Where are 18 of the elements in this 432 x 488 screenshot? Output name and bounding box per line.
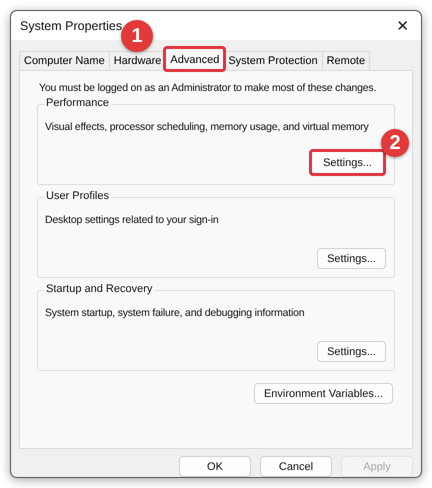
environment-variables-button[interactable]: Environment Variables... [254,383,393,404]
close-button[interactable]: ✕ [392,14,413,37]
group-title: Performance [44,97,111,110]
settings-button[interactable]: Settings... [317,248,386,270]
dialog-button[interactable]: OK [179,456,251,477]
window-title: System Properties [20,18,122,33]
settings-button[interactable]: Settings... [309,149,386,176]
dialog-button[interactable]: Cancel [260,456,332,477]
settings-button[interactable]: Settings... [317,341,386,362]
tab[interactable]: Remote [322,51,370,70]
group-description: System startup, system failure, and debugging information [45,306,306,320]
group-description: Desktop settings related to your sign-in [45,213,220,228]
tab[interactable]: Computer Name [19,51,110,70]
tab[interactable]: Advanced [165,48,224,70]
group-description: Visual effects, processor scheduling, memory usage, and virtual memory [45,120,370,134]
group-title: Startup and Recovery [44,283,154,296]
group-title: User Profiles [44,190,111,202]
notice-text: You must be logged on as an Administrator to make most of these changes. [39,81,378,96]
